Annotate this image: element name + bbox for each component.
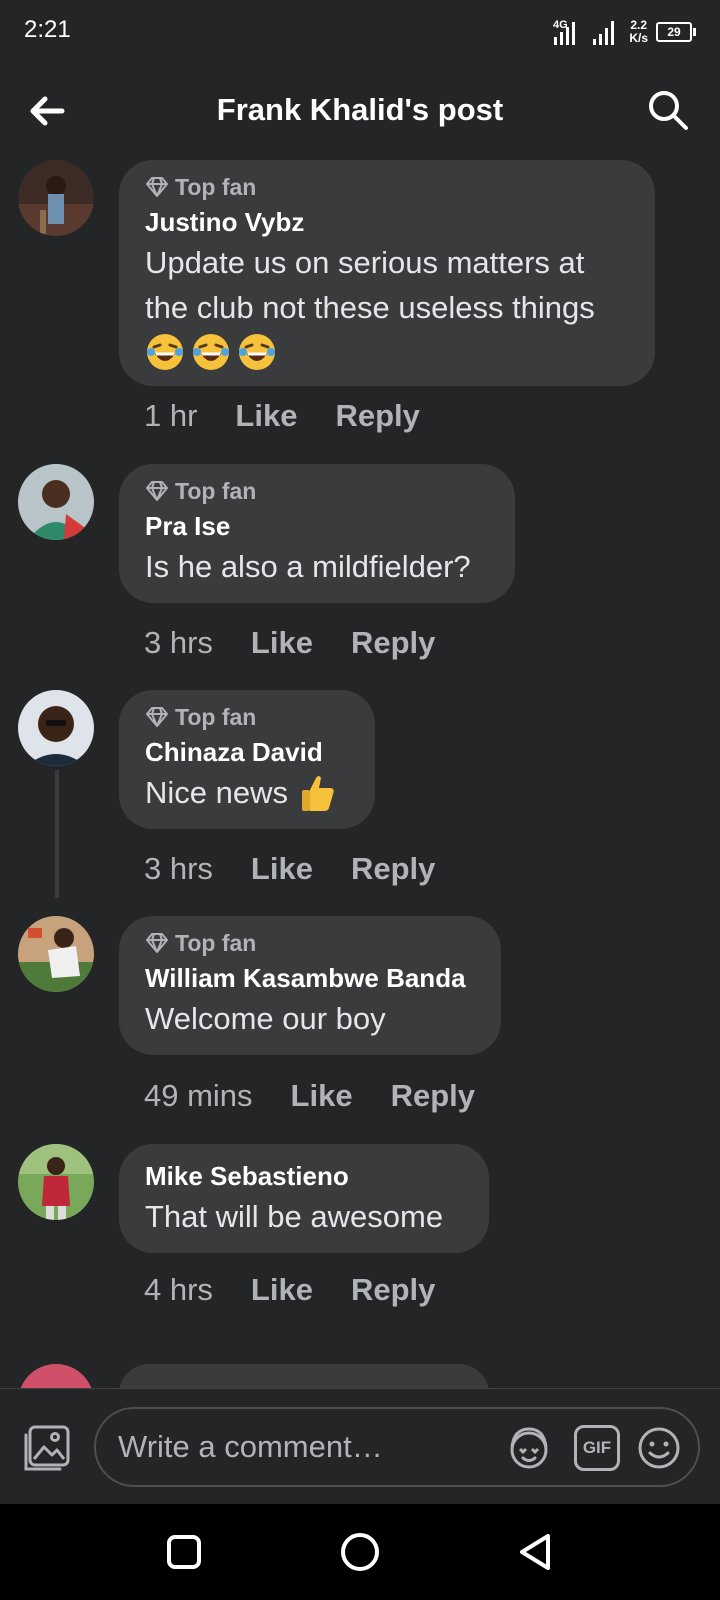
comment-author[interactable]: Chinaza David <box>145 736 349 768</box>
laughing-crying-emoji-icon <box>147 334 183 370</box>
status-bar: 2:21 4G 2.2 K/s 29 <box>0 0 720 66</box>
badge-label: Top fan <box>175 173 257 200</box>
top-fan-badge: Top fan <box>145 928 475 958</box>
cell-signal-4g-icon: 4G <box>553 19 576 45</box>
avatar[interactable] <box>18 1144 94 1220</box>
gif-label: GIF <box>582 1438 612 1457</box>
avatar[interactable] <box>18 160 94 236</box>
search-icon[interactable] <box>646 88 690 132</box>
network-speed: 2.2 K/s <box>629 19 648 45</box>
comment-text: Nice news <box>145 775 288 810</box>
back-nav-icon[interactable] <box>514 1530 558 1574</box>
reply-button[interactable]: Reply <box>391 1078 475 1114</box>
diamond-icon <box>146 707 168 727</box>
comment-time: 49 mins <box>144 1078 253 1113</box>
like-button[interactable]: Like <box>235 398 297 434</box>
like-button[interactable]: Like <box>291 1078 353 1114</box>
diamond-icon <box>146 933 168 953</box>
network-speed-unit: K/s <box>629 31 648 45</box>
comment-author[interactable]: William Kasambwe Banda <box>145 962 475 994</box>
status-time: 2:21 <box>24 16 71 43</box>
badge-label: Top fan <box>175 929 257 956</box>
comment-author[interactable]: Mike Sebastieno <box>145 1160 463 1192</box>
comment-time: 4 hrs <box>144 1272 213 1307</box>
comment-time: 1 hr <box>144 398 198 433</box>
thread-line <box>55 770 59 898</box>
photo-icon[interactable] <box>22 1423 72 1473</box>
top-fan-badge: Top fan <box>145 702 349 732</box>
avatar[interactable] <box>18 916 94 992</box>
page-title: Frank Khalid's post <box>216 92 504 127</box>
laughing-emoji-row <box>145 332 629 372</box>
emoji-icon[interactable] <box>636 1425 682 1471</box>
comment-text: Welcome our boy <box>145 1001 386 1036</box>
laughing-crying-emoji-icon <box>193 334 229 370</box>
avatar-sticker-icon[interactable] <box>506 1425 552 1471</box>
comment-actions: 49 mins Like Reply <box>144 1078 475 1114</box>
comment-actions: 3 hrs Like Reply <box>144 625 435 661</box>
comment-bubble[interactable]: Mike Sebastieno That will be awesome <box>119 1144 489 1253</box>
comment-time: 3 hrs <box>144 851 213 886</box>
comment-time: 3 hrs <box>144 625 213 660</box>
badge-label: Top fan <box>175 703 257 730</box>
comment-bubble[interactable]: Top fan Chinaza David Nice news <box>119 690 375 829</box>
reply-button[interactable]: Reply <box>351 851 435 887</box>
avatar[interactable] <box>18 464 94 540</box>
comment-actions: 1 hr Like Reply <box>144 398 420 434</box>
avatar[interactable] <box>18 1364 94 1388</box>
system-nav-bar <box>0 1504 720 1600</box>
top-fan-badge: Top fan <box>145 172 629 202</box>
gif-button[interactable]: GIF <box>574 1425 620 1471</box>
top-fan-badge: Top fan <box>145 476 489 506</box>
comment-actions: 3 hrs Like Reply <box>144 851 435 887</box>
comment-text: That will be awesome <box>145 1199 444 1234</box>
comment-composer: GIF <box>0 1388 720 1505</box>
avatar[interactable] <box>18 690 94 766</box>
comments-list: Top fan Justino Vybz Update us on seriou… <box>0 160 720 1388</box>
comment-text-row: Nice news <box>145 770 349 815</box>
comment-bubble[interactable]: Top fan Pra Ise Is he also a mildfielder… <box>119 464 515 603</box>
laughing-crying-emoji-icon <box>239 334 275 370</box>
status-icons: 4G 2.2 K/s 29 <box>553 14 696 50</box>
comment-author[interactable]: Pra Ise <box>145 510 489 542</box>
battery-icon: 29 <box>656 22 696 42</box>
reply-button[interactable]: Reply <box>351 625 435 661</box>
comment-text: Update us on serious matters at the club… <box>145 245 595 325</box>
reply-button[interactable]: Reply <box>351 1272 435 1308</box>
battery-level: 29 <box>656 22 692 42</box>
header: Frank Khalid's post <box>0 70 720 154</box>
cell-signal-icon <box>593 21 615 45</box>
comment-actions: 4 hrs Like Reply <box>144 1272 435 1308</box>
home-icon[interactable] <box>338 1530 382 1574</box>
comment-bubble[interactable]: Top fan William Kasambwe Banda Welcome o… <box>119 916 501 1055</box>
reply-button[interactable]: Reply <box>335 398 419 434</box>
badge-label: Top fan <box>175 477 257 504</box>
comment-bubble[interactable]: Top fan Justino Vybz Update us on seriou… <box>119 160 655 386</box>
like-button[interactable]: Like <box>251 851 313 887</box>
thumbs-up-emoji-icon <box>302 775 334 811</box>
like-button[interactable]: Like <box>251 1272 313 1308</box>
recent-apps-icon[interactable] <box>162 1530 206 1574</box>
svg-text:4G: 4G <box>553 19 568 31</box>
comment-author[interactable]: Justino Vybz <box>145 206 629 238</box>
comment-bubble[interactable] <box>119 1364 489 1388</box>
like-button[interactable]: Like <box>251 625 313 661</box>
comment-text: Is he also a mildfielder? <box>145 549 471 584</box>
diamond-icon <box>146 177 168 197</box>
diamond-icon <box>146 481 168 501</box>
